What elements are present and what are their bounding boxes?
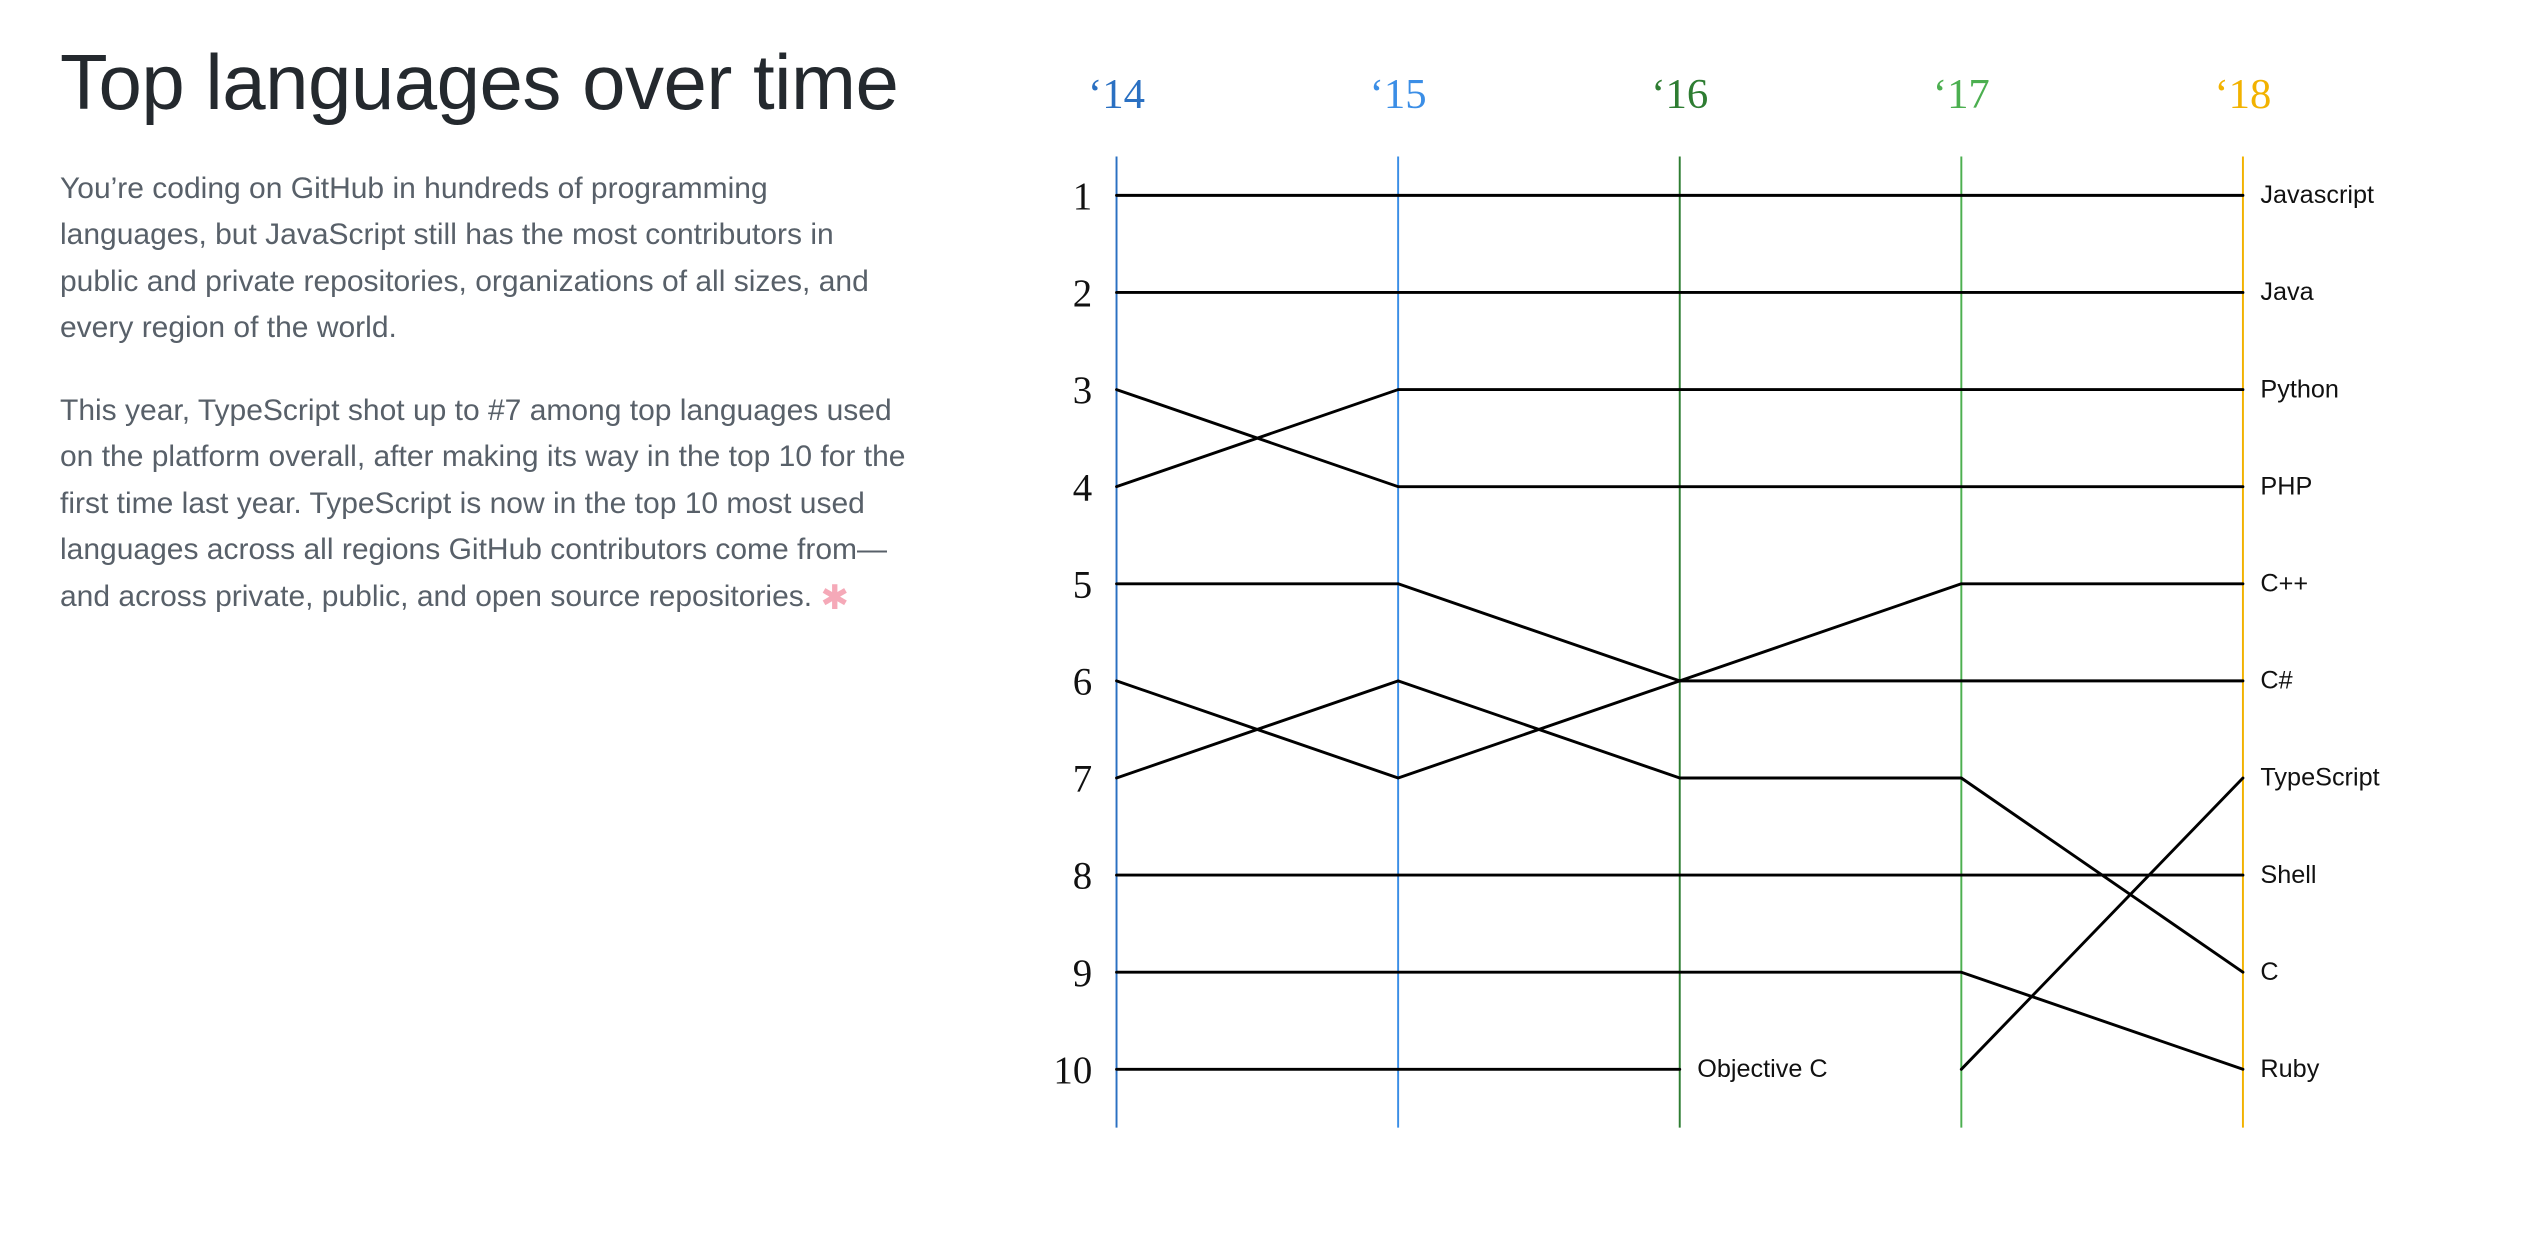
year-label: ‘15 bbox=[1370, 71, 1427, 118]
text-column: Top languages over time You’re coding on… bbox=[60, 40, 920, 656]
rank-label: 2 bbox=[1073, 272, 1092, 315]
chart-column: ‘14 ‘15 ‘16 ‘17 ‘18 1 2 3 4 5 6 7 8 9 10 Javascript Java… bbox=[1000, 40, 2476, 1210]
year-label: ‘18 bbox=[2214, 71, 2271, 118]
series-label: C++ bbox=[2260, 570, 2308, 598]
year-label: ‘14 bbox=[1088, 71, 1145, 118]
series-label: C bbox=[2260, 958, 2278, 986]
intro-paragraph-2: This year, TypeScript shot up to #7 amon… bbox=[60, 388, 920, 621]
series-label: TypeScript bbox=[2260, 764, 2379, 792]
year-label: ‘17 bbox=[1933, 71, 1990, 118]
rank-label: 10 bbox=[1053, 1049, 1092, 1092]
series-label: Python bbox=[2260, 375, 2339, 403]
year-label: ‘16 bbox=[1651, 71, 1708, 118]
rank-label: 8 bbox=[1073, 855, 1092, 898]
series-label: C# bbox=[2260, 667, 2292, 695]
series-line bbox=[1961, 778, 2243, 1069]
intro-paragraph-1: You’re coding on GitHub in hundreds of p… bbox=[60, 166, 920, 352]
rank-label: 4 bbox=[1073, 466, 1092, 509]
series-label: Javascript bbox=[2260, 181, 2374, 209]
rank-label: 6 bbox=[1073, 660, 1092, 703]
rank-label: 3 bbox=[1073, 369, 1092, 412]
series-label: Java bbox=[2260, 278, 2314, 306]
rank-label: 9 bbox=[1073, 952, 1092, 995]
page-root: Top languages over time You’re coding on… bbox=[0, 0, 2536, 1250]
series-label: PHP bbox=[2260, 472, 2312, 500]
intro-paragraph-2-text: This year, TypeScript shot up to #7 amon… bbox=[60, 394, 905, 613]
footnote-asterisk-icon: ✱ bbox=[820, 579, 849, 617]
rank-chart: ‘14 ‘15 ‘16 ‘17 ‘18 1 2 3 4 5 6 7 8 9 10 Javascript Java… bbox=[1000, 40, 2476, 1205]
rank-label: 7 bbox=[1073, 758, 1092, 801]
rank-label: 5 bbox=[1073, 563, 1092, 606]
page-title: Top languages over time bbox=[60, 40, 920, 126]
series-label: Ruby bbox=[2260, 1055, 2319, 1083]
series-label: Shell bbox=[2260, 861, 2316, 889]
series-label: Objective C bbox=[1697, 1055, 1827, 1083]
rank-label: 1 bbox=[1073, 175, 1092, 218]
